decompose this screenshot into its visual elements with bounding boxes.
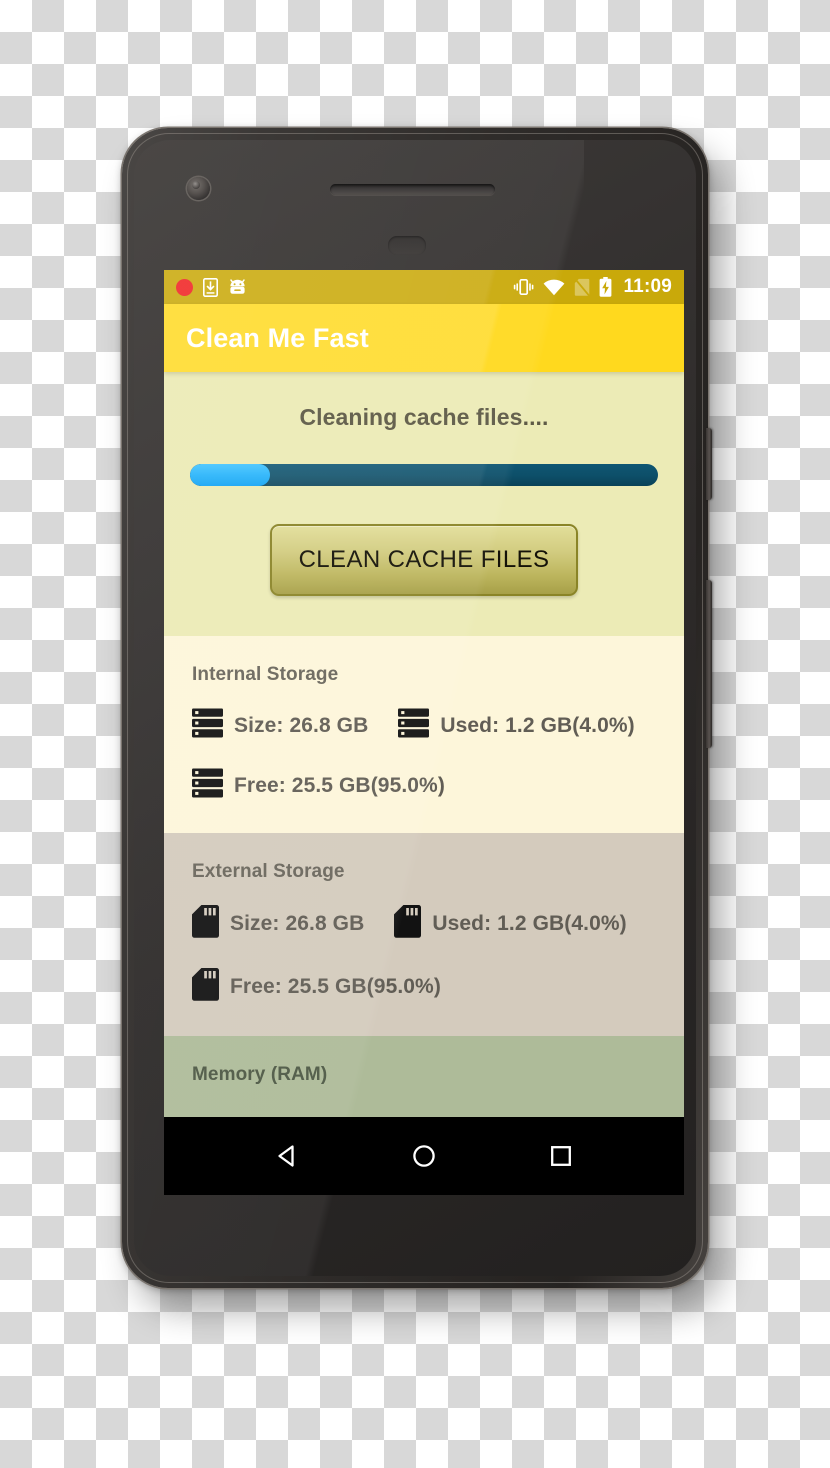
external-storage-free-item: Free: 25.5 GB(95.0%) bbox=[192, 968, 441, 1006]
cleaning-progress-bar bbox=[190, 464, 658, 486]
external-storage-row: Free: 25.5 GB(95.0%) bbox=[192, 968, 656, 1006]
phone-screen: 11:09 Clean Me Fast Cleaning cache files… bbox=[164, 270, 684, 1195]
external-storage-used-label: Used: 1.2 GB(4.0%) bbox=[432, 912, 627, 935]
status-bar-right-icons: 11:09 bbox=[513, 276, 672, 298]
proximity-sensor bbox=[388, 236, 426, 255]
internal-storage-row: Size: 26.8 GB Used: 1.2 GB(4.0%) bbox=[192, 708, 656, 743]
download-to-device-icon bbox=[203, 277, 218, 297]
no-sim-card-icon bbox=[574, 277, 591, 297]
power-button[interactable] bbox=[706, 428, 712, 500]
status-bar-clock: 11:09 bbox=[623, 276, 672, 297]
internal-storage-section: Internal Storage Size: 26.8 GB Used: 1.2… bbox=[164, 636, 684, 833]
internal-storage-free-item: Free: 25.5 GB(95.0%) bbox=[192, 768, 445, 803]
internal-storage-title: Internal Storage bbox=[192, 664, 339, 685]
phone-front-face: 11:09 Clean Me Fast Cleaning cache files… bbox=[134, 140, 696, 1276]
sd-card-icon bbox=[192, 905, 219, 943]
android-status-bar: 11:09 bbox=[164, 270, 684, 304]
external-storage-size-item: Size: 26.8 GB bbox=[192, 905, 364, 943]
external-storage-section: External Storage Size: 26.8 GB Used: 1.2… bbox=[164, 833, 684, 1036]
status-bar-left-icons bbox=[176, 277, 247, 297]
front-camera-icon bbox=[187, 177, 210, 200]
volume-rocker-button[interactable] bbox=[706, 580, 712, 748]
external-storage-title: External Storage bbox=[192, 861, 345, 882]
server-stack-icon bbox=[192, 768, 223, 803]
internal-storage-row: Free: 25.5 GB(95.0%) bbox=[192, 768, 656, 803]
android-head-icon bbox=[228, 278, 247, 296]
external-storage-used-item: Used: 1.2 GB(4.0%) bbox=[394, 905, 627, 943]
server-stack-icon bbox=[398, 708, 430, 743]
earpiece-speaker bbox=[330, 184, 495, 195]
cleaning-status-text: Cleaning cache files.... bbox=[299, 404, 549, 430]
internal-storage-free-label: Free: 25.5 GB(95.0%) bbox=[234, 773, 445, 797]
internal-storage-size-item: Size: 26.8 GB bbox=[192, 708, 368, 743]
external-storage-free-label: Free: 25.5 GB(95.0%) bbox=[230, 975, 441, 998]
cleaning-panel: Cleaning cache files.... CLEAN CACHE FIL… bbox=[164, 372, 684, 636]
home-button[interactable] bbox=[410, 1142, 438, 1170]
sd-card-icon bbox=[394, 905, 422, 943]
recents-button[interactable] bbox=[547, 1142, 575, 1170]
memory-ram-title: Memory (RAM) bbox=[192, 1064, 328, 1085]
cleaning-progress-fill bbox=[190, 464, 270, 486]
internal-storage-used-label: Used: 1.2 GB(4.0%) bbox=[440, 713, 635, 737]
app-title: Clean Me Fast bbox=[186, 322, 369, 353]
external-storage-size-label: Size: 26.8 GB bbox=[230, 912, 365, 935]
wifi-icon bbox=[543, 279, 565, 296]
screen-record-dot-icon bbox=[176, 278, 193, 296]
internal-storage-size-label: Size: 26.8 GB bbox=[234, 713, 369, 737]
clean-cache-files-button[interactable]: CLEAN CACHE FILES bbox=[269, 524, 579, 596]
vibrate-mode-icon bbox=[513, 278, 534, 296]
android-navigation-bar bbox=[164, 1117, 684, 1195]
battery-charging-icon bbox=[599, 277, 612, 297]
app-bar: Clean Me Fast bbox=[164, 304, 684, 372]
server-stack-icon bbox=[192, 708, 223, 743]
internal-storage-used-item: Used: 1.2 GB(4.0%) bbox=[398, 708, 635, 743]
sd-card-icon bbox=[192, 968, 219, 1006]
external-storage-row: Size: 26.8 GB Used: 1.2 GB(4.0%) bbox=[192, 905, 656, 943]
phone-device-frame: 11:09 Clean Me Fast Cleaning cache files… bbox=[122, 128, 712, 1288]
back-button[interactable] bbox=[273, 1142, 301, 1170]
